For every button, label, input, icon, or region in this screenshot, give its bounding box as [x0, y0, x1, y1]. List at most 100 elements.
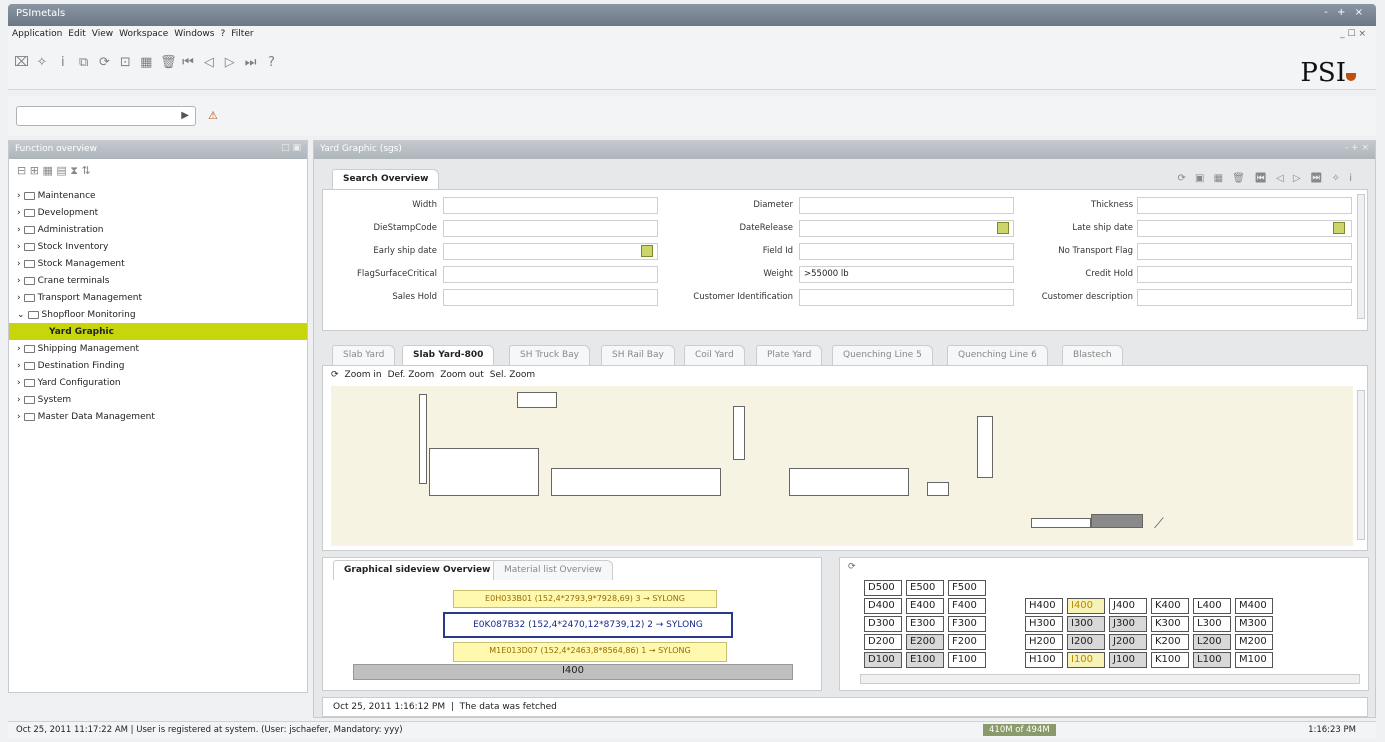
- grid-cell[interactable]: J300: [1109, 616, 1147, 632]
- material-item-selected[interactable]: E0K087B32 (152,4*2470,12*8739,12) 2 → SY…: [443, 612, 733, 638]
- grid-cell[interactable]: F400: [948, 598, 986, 614]
- tab-quenching-line-6[interactable]: Quenching Line 6: [947, 345, 1048, 365]
- date-release-input[interactable]: [799, 220, 1014, 237]
- tree-item-development[interactable]: › Development: [9, 204, 307, 221]
- navigate-icon[interactable]: ✧: [35, 56, 49, 70]
- crane-icon[interactable]: ⟋: [1154, 516, 1164, 532]
- tree-item-system[interactable]: › System: [9, 391, 307, 408]
- slab-block[interactable]: [789, 468, 909, 496]
- menu-application[interactable]: Application: [12, 29, 62, 41]
- sel-zoom-button[interactable]: Sel. Zoom: [490, 370, 535, 380]
- tree-item-master-data-management[interactable]: › Master Data Management: [9, 408, 307, 425]
- menu-view[interactable]: View: [92, 29, 113, 41]
- grid-cell[interactable]: D200: [864, 634, 902, 650]
- delete-icon[interactable]: 🗑: [160, 56, 177, 70]
- last-icon[interactable]: ⏭: [244, 56, 258, 70]
- grid-cell[interactable]: E500: [906, 580, 944, 596]
- tab-blastech[interactable]: Blastech: [1062, 345, 1123, 365]
- slab-stack[interactable]: [927, 482, 949, 496]
- diameter-input[interactable]: [799, 197, 1014, 214]
- grid-cell[interactable]: J200: [1109, 634, 1147, 650]
- tree-item-stock-management[interactable]: › Stock Management: [9, 255, 307, 272]
- help-icon[interactable]: ?: [265, 56, 279, 70]
- tree-item-transport-management[interactable]: › Transport Management: [9, 289, 307, 306]
- grid-cell[interactable]: I100: [1067, 652, 1105, 668]
- grid-cell[interactable]: F500: [948, 580, 986, 596]
- tree-item-crane-terminals[interactable]: › Crane terminals: [9, 272, 307, 289]
- menu-edit[interactable]: Edit: [68, 29, 85, 41]
- tree-item-yard-graphic[interactable]: Yard Graphic: [9, 323, 307, 340]
- save-icon[interactable]: ▦: [139, 56, 153, 70]
- tab-graphical-sideview-overview[interactable]: Graphical sideview Overview: [333, 560, 502, 580]
- panel-controls[interactable]: □ ▣: [281, 143, 301, 153]
- calendar-icon[interactable]: [997, 222, 1009, 234]
- search-scrollbar[interactable]: [1357, 194, 1365, 319]
- flag-surface-critical-input[interactable]: [443, 266, 658, 283]
- grid-cell[interactable]: L300: [1193, 616, 1231, 632]
- sort-icon[interactable]: ⇅: [81, 164, 90, 177]
- tab-search-overview[interactable]: Search Overview: [332, 169, 440, 189]
- grid-cell[interactable]: K400: [1151, 598, 1189, 614]
- go-icon[interactable]: ▶: [181, 110, 189, 121]
- diestampcode-input[interactable]: [443, 220, 658, 237]
- tab-slab-yard[interactable]: Slab Yard: [332, 345, 396, 365]
- grid-cell[interactable]: H200: [1025, 634, 1063, 650]
- grid-cell[interactable]: E300: [906, 616, 944, 632]
- tab-material-list-overview[interactable]: Material list Overview: [493, 560, 613, 580]
- grid-cell[interactable]: D100: [864, 652, 902, 668]
- tab-plate-yard[interactable]: Plate Yard: [756, 345, 823, 365]
- customer-description-input[interactable]: [1137, 289, 1352, 306]
- customer-identification-input[interactable]: [799, 289, 1014, 306]
- grid-cell[interactable]: D500: [864, 580, 902, 596]
- grid-cell[interactable]: E100: [906, 652, 944, 668]
- tree-item-stock-inventory[interactable]: › Stock Inventory: [9, 238, 307, 255]
- grid-cell[interactable]: I200: [1067, 634, 1105, 650]
- first-icon[interactable]: ⏮: [181, 56, 195, 70]
- list-icon[interactable]: ▤: [56, 164, 66, 177]
- grid-cell[interactable]: F200: [948, 634, 986, 650]
- width-input[interactable]: [443, 197, 658, 214]
- tree-item-shopfloor-monitoring[interactable]: ⌄ Shopfloor Monitoring: [9, 306, 307, 323]
- grid-cell[interactable]: M400: [1235, 598, 1273, 614]
- previous-icon[interactable]: ◁: [202, 56, 216, 70]
- grid-cell[interactable]: D400: [864, 598, 902, 614]
- tab-coil-yard[interactable]: Coil Yard: [684, 345, 745, 365]
- menu-workspace[interactable]: Workspace: [119, 29, 168, 41]
- calendar-icon[interactable]: [1333, 222, 1345, 234]
- grid-icon[interactable]: ▦: [42, 164, 52, 177]
- grid-cell[interactable]: L400: [1193, 598, 1231, 614]
- info-icon[interactable]: ⅰ: [56, 56, 70, 70]
- material-item[interactable]: M1E013D07 (152,4*2463,8*8564,86) 1 → SYL…: [453, 642, 727, 662]
- new-icon[interactable]: ⊡: [118, 56, 132, 70]
- tree-item-destination-finding[interactable]: › Destination Finding: [9, 357, 307, 374]
- zoom-out-button[interactable]: Zoom out: [440, 370, 484, 380]
- tree-item-maintenance[interactable]: › Maintenance: [9, 187, 307, 204]
- grid-cell[interactable]: M300: [1235, 616, 1273, 632]
- collapse-icon[interactable]: ⊞: [30, 164, 39, 177]
- grid-cell[interactable]: J100: [1109, 652, 1147, 668]
- field-id-input[interactable]: [799, 243, 1014, 260]
- tab-quenching-line-5[interactable]: Quenching Line 5: [832, 345, 933, 365]
- menu-filter[interactable]: Filter: [231, 29, 253, 41]
- grid-cell[interactable]: H300: [1025, 616, 1063, 632]
- grid-cell[interactable]: L200: [1193, 634, 1231, 650]
- window-controls[interactable]: - + ×: [1324, 7, 1366, 18]
- def-zoom-button[interactable]: Def. Zoom: [388, 370, 435, 380]
- grid-cell[interactable]: E400: [906, 598, 944, 614]
- menu-windows[interactable]: Windows: [174, 29, 214, 41]
- slab-block[interactable]: [429, 448, 539, 496]
- slab-row-selected[interactable]: [1091, 514, 1143, 528]
- warning-icon[interactable]: ⚠: [208, 109, 218, 122]
- grid-cell[interactable]: M200: [1235, 634, 1273, 650]
- slab-stack[interactable]: [517, 392, 557, 408]
- yard-scrollbar[interactable]: [1357, 390, 1365, 540]
- tree-item-shipping-management[interactable]: › Shipping Management: [9, 340, 307, 357]
- grid-cell[interactable]: H100: [1025, 652, 1063, 668]
- grid-cell[interactable]: K200: [1151, 634, 1189, 650]
- search-toolbar[interactable]: ⟳ ▣ ▦ 🗑 ⏮ ◁ ▷ ⏭ ✧ ⅰ: [1177, 173, 1355, 184]
- sales-hold-input[interactable]: [443, 289, 658, 306]
- grid-cell[interactable]: I400: [1067, 598, 1105, 614]
- copy-icon[interactable]: ⧉: [77, 56, 91, 70]
- refresh-icon[interactable]: ⟳: [331, 370, 339, 380]
- slab-stack[interactable]: [419, 394, 427, 484]
